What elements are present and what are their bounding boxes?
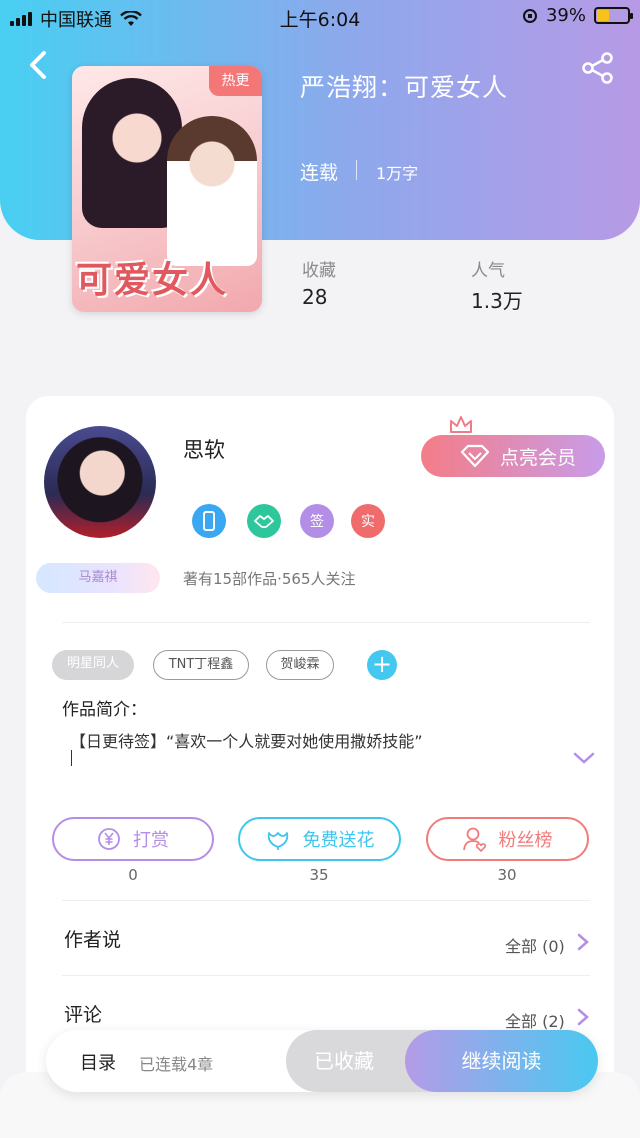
continue-reading-button[interactable]: 继续阅读	[405, 1030, 598, 1092]
hot-badge: 热更	[209, 66, 262, 96]
phone-badge-icon[interactable]	[192, 504, 226, 538]
tag-celebrity-fanfic[interactable]: 明星同人	[52, 650, 134, 680]
divider	[62, 622, 590, 623]
chevron-right-icon[interactable]	[576, 932, 590, 952]
fan-rank-button[interactable]: 粉丝榜	[426, 817, 589, 861]
chevron-right-icon[interactable]	[576, 1007, 590, 1027]
author-works-info: 著有15部作品·565人关注	[183, 570, 356, 588]
book-title: 严浩翔：可爱女人	[300, 73, 509, 102]
back-icon[interactable]	[24, 48, 54, 82]
serial-status: 连载	[300, 162, 339, 184]
stat-popularity-value: 1.3万	[471, 289, 523, 313]
vip-button[interactable]: 点亮会员	[421, 435, 605, 477]
status-bar: 中国联通 上午6:04 39%	[0, 0, 640, 34]
send-flower-label: 免费送花	[302, 830, 375, 851]
author-avatar[interactable]	[44, 426, 156, 538]
sign-badge-icon[interactable]: 签	[300, 504, 334, 538]
divider	[62, 975, 590, 976]
handshake-badge-icon[interactable]	[247, 504, 281, 538]
diamond-icon	[460, 444, 490, 468]
flower-icon	[267, 832, 288, 850]
divider	[62, 900, 590, 901]
fan-rank-label: 粉丝榜	[498, 830, 553, 851]
tip-count: 0	[128, 866, 138, 884]
divider	[356, 160, 357, 180]
stat-collect-label: 收藏	[302, 261, 336, 281]
tip-button-label: 打赏	[133, 830, 169, 851]
verified-badge-icon[interactable]: 实	[351, 504, 385, 538]
intro-label: 作品简介：	[62, 700, 147, 720]
share-icon[interactable]	[580, 52, 616, 84]
vip-button-label: 点亮会员	[499, 446, 576, 469]
stat-popularity-label: 人气	[471, 261, 505, 281]
battery-icon	[594, 7, 633, 24]
flower-count: 35	[309, 866, 329, 884]
send-flower-button[interactable]: 免费送花	[238, 817, 401, 861]
fan-rank-icon	[462, 827, 486, 852]
comments-title[interactable]: 评论	[64, 1000, 102, 1027]
cover-title: 可爱女人	[76, 259, 229, 301]
cover-illustration-boy	[167, 116, 257, 266]
word-count: 1万字	[376, 164, 419, 183]
fan-rank-count: 30	[497, 866, 517, 884]
tag-he-junlin[interactable]: 贺峻霖	[266, 650, 334, 680]
yen-icon	[98, 828, 120, 850]
orientation-lock-icon	[522, 8, 537, 23]
stat-collect-value: 28	[302, 285, 328, 309]
intro-text: 【日更待签】“喜欢一个人就要对她使用撒娇技能”	[70, 732, 423, 751]
chevron-down-icon[interactable]	[572, 750, 596, 766]
crown-icon	[450, 416, 472, 433]
book-cover[interactable]: 可爱女人	[72, 66, 262, 312]
add-tag-button[interactable]: +	[367, 650, 397, 680]
fan-badge: 马嘉祺	[36, 563, 160, 593]
comments-all[interactable]: 全部 (2)	[505, 1008, 565, 1032]
tag-tnt-ding[interactable]: TNT丁程鑫	[153, 650, 249, 680]
tip-button[interactable]: 打赏	[52, 817, 214, 861]
chapter-count: 已连载4章	[139, 1055, 214, 1074]
battery-percent: 39%	[545, 5, 586, 26]
author-notes-all[interactable]: 全部 (0)	[505, 933, 565, 957]
author-notes-title[interactable]: 作者说	[64, 925, 121, 952]
author-name[interactable]: 思软	[183, 434, 225, 464]
text-caret	[71, 750, 72, 766]
toc-button[interactable]: 目录	[80, 1049, 116, 1075]
